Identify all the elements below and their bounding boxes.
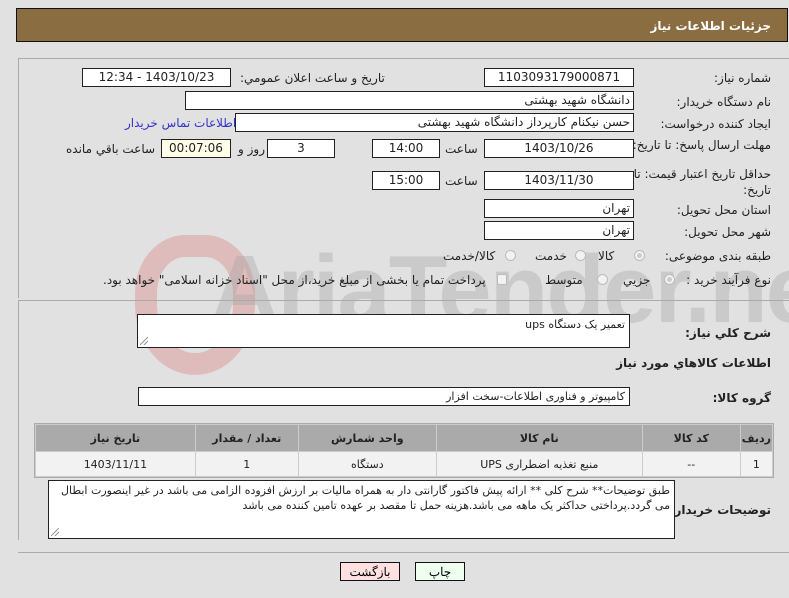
table-header-row: رديف کد کالا نام کالا واحد شمارش تعداد /…	[36, 425, 772, 451]
summary-textarea[interactable]: تعمیر یک دستگاه ups	[137, 314, 630, 348]
price-validity-label: حداقل تاريخ اعتبار قيمت: تا تاریخ:	[633, 167, 771, 197]
goods-info-title: اطلاعات کالاهاي مورد نياز	[616, 356, 771, 370]
price-validity-date-field: 1403/11/30	[484, 171, 634, 190]
resize-handle-icon[interactable]	[140, 337, 148, 345]
province-label: استان محل تحويل:	[676, 203, 771, 217]
reply-time-field: 14:00	[372, 139, 440, 158]
page-title: جزئیات اطلاعات نیاز	[650, 19, 771, 33]
province-field: تهران	[484, 199, 634, 218]
cell-row-number: 1	[740, 452, 772, 476]
buyer-notes-label: توضيحات خريدار:	[669, 503, 771, 517]
process-option-medium: متوسط	[545, 273, 583, 287]
page-header: جزئیات اطلاعات نیاز	[16, 8, 788, 42]
days-remaining-field: 3	[267, 139, 335, 158]
col-unit: واحد شمارش	[298, 425, 436, 451]
col-goods-name: نام کالا	[436, 425, 642, 451]
announce-label: تاريخ و ساعت اعلان عمومي:	[240, 71, 385, 85]
category-radio-goods[interactable]	[634, 250, 645, 261]
resize-handle-icon[interactable]	[51, 528, 59, 536]
need-number-field: 1103093179000871	[484, 68, 634, 87]
process-radio-minor[interactable]	[664, 274, 675, 285]
cell-goods-code: --	[642, 452, 740, 476]
reply-time-label: ساعت	[445, 142, 478, 156]
col-need-date: تاريخ نياز	[36, 425, 195, 451]
buyer-org-field: دانشگاه شهید بهشتی	[185, 91, 634, 110]
category-radio-service[interactable]	[575, 250, 586, 261]
price-validity-time-field: 15:00	[372, 171, 440, 190]
process-option-minor: جزيي	[623, 273, 651, 287]
cell-need-date: 1403/11/11	[36, 452, 195, 476]
buyer-notes-text: طبق توضیحات** شرح کلی ** ارائه پیش فاکتو…	[61, 484, 670, 512]
time-remaining-field: 00:07:06	[161, 139, 231, 158]
category-option-service: خدمت	[535, 249, 567, 263]
process-type-label: نوع فرآيند خريد :	[686, 273, 771, 287]
category-label: طبقه بندی موضوعی:	[664, 249, 771, 263]
cell-unit: دستگاه	[298, 452, 436, 476]
reply-date-field: 1403/10/26	[484, 139, 634, 158]
col-goods-code: کد کالا	[642, 425, 740, 451]
treasury-checkbox[interactable]	[497, 274, 507, 285]
creator-field: حسن نیکنام کارپرداز دانشگاه شهید بهشتی	[235, 113, 634, 132]
goods-group-label: گروه کالا:	[712, 391, 771, 405]
category-radio-goods-service[interactable]	[505, 250, 516, 261]
buyer-org-label: نام دستگاه خريدار:	[676, 95, 772, 109]
buyer-contact-link[interactable]: اطلاعات تماس خريدار	[125, 116, 236, 130]
announce-datetime-field: 1403/10/23 - 12:34	[82, 68, 231, 87]
table-row: 1 -- منبع تغذیه اضطراری UPS دستگاه 1 140…	[36, 452, 772, 476]
process-radio-medium[interactable]	[597, 274, 608, 285]
category-option-goods-service: کالا/خدمت	[443, 249, 496, 263]
buyer-notes-textarea[interactable]: طبق توضیحات** شرح کلی ** ارائه پیش فاکتو…	[48, 480, 675, 539]
divider	[18, 552, 789, 553]
back-button[interactable]: بازگشت	[340, 562, 400, 581]
city-field: تهران	[484, 221, 634, 240]
goods-group-field: کامپیوتر و فناوری اطلاعات-سخت افزار	[138, 387, 630, 406]
col-quantity: تعداد / مقدار	[195, 425, 298, 451]
print-button[interactable]: چاپ	[415, 562, 465, 581]
cell-goods-name: منبع تغذیه اضطراری UPS	[436, 452, 642, 476]
goods-group-value: کامپیوتر و فناوری اطلاعات-سخت افزار	[446, 390, 625, 403]
col-row-number: رديف	[740, 425, 772, 451]
price-time-label: ساعت	[445, 174, 478, 188]
category-option-goods: کالا	[598, 249, 615, 263]
need-number-label: شماره نیاز:	[714, 71, 771, 85]
treasury-text: پرداخت تمام يا بخشی از مبلغ خريد،از محل …	[103, 273, 486, 287]
cell-quantity: 1	[195, 452, 298, 476]
summary-label: شرح کلي نياز:	[685, 326, 771, 340]
days-label: روز و	[238, 142, 265, 156]
city-label: شهر محل تحويل:	[684, 225, 771, 239]
goods-table: رديف کد کالا نام کالا واحد شمارش تعداد /…	[34, 423, 774, 478]
reply-deadline-label: مهلت ارسال پاسخ: تا تاریخ:	[632, 138, 771, 152]
summary-text: تعمیر یک دستگاه ups	[525, 318, 625, 331]
time-remaining-label: ساعت باقي مانده	[66, 142, 156, 156]
creator-label: ايجاد کننده درخواست:	[660, 117, 771, 131]
